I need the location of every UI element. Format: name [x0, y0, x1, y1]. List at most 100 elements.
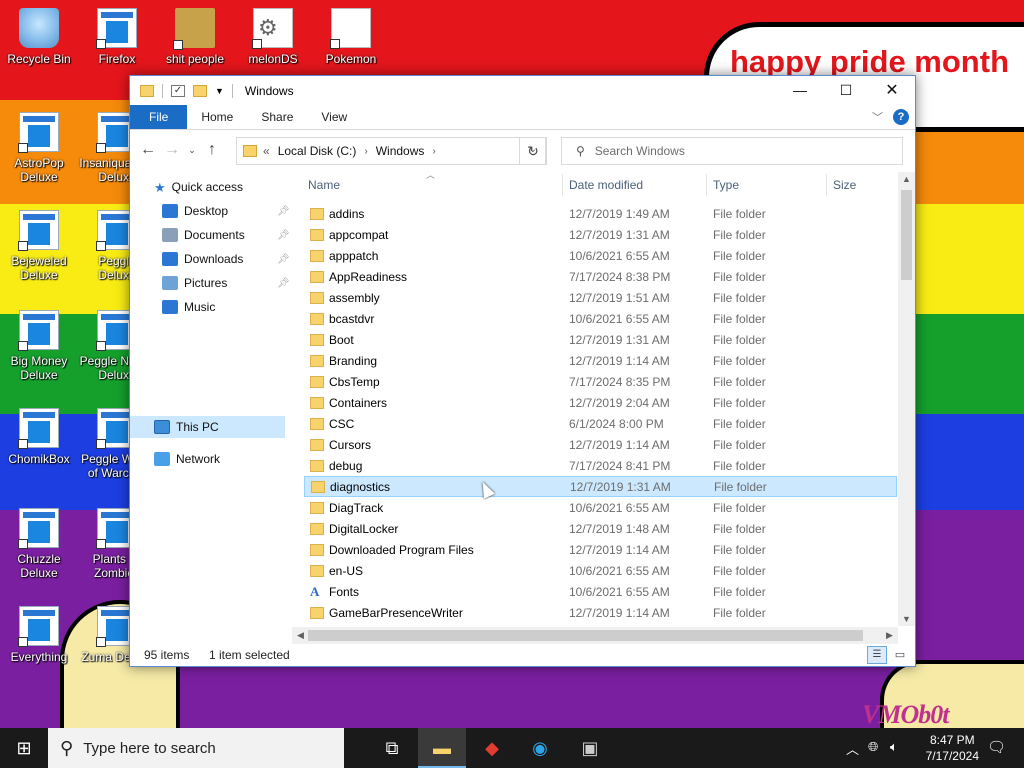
nav-this-pc[interactable]: This PC	[130, 416, 285, 438]
title-bar[interactable]: ✓ ▼ Windows — ☐ ✕	[130, 76, 915, 105]
clock[interactable]: 8:47 PM 7/17/2024	[926, 732, 979, 764]
file-row[interactable]: Boot 12/7/2019 1:31 AM File folder	[304, 329, 897, 350]
column-size[interactable]: Size	[833, 178, 856, 192]
desktop-icon-label: Firefox	[98, 52, 136, 66]
scroll-thumb[interactable]	[308, 630, 863, 641]
file-date: 10/6/2021 6:55 AM	[569, 584, 670, 599]
file-row[interactable]: DiagTrack 10/6/2021 6:55 AM File folder	[304, 497, 897, 518]
file-row[interactable]: en-US 10/6/2021 6:55 AM File folder	[304, 560, 897, 581]
chevron-right-icon[interactable]: ›	[364, 146, 367, 157]
tab-home[interactable]: Home	[187, 105, 247, 129]
desktop-icon[interactable]: Pokemon	[312, 8, 390, 66]
nav-item-music[interactable]: Music	[162, 296, 215, 318]
file-row[interactable]: Downloaded Program Files 12/7/2019 1:14 A…	[304, 539, 897, 560]
nav-item-desktop[interactable]: Desktop 📌︎	[162, 200, 290, 222]
scroll-right-icon[interactable]: ▶	[881, 630, 898, 641]
file-row[interactable]: diagnostics 12/7/2019 1:31 AM File folder	[304, 476, 897, 497]
nav-item-downloads[interactable]: Downloads 📌︎	[162, 248, 290, 270]
column-date-modified[interactable]: Date modified	[569, 178, 643, 192]
app-taskbar-icon[interactable]: ◆	[468, 728, 516, 768]
file-row[interactable]: apppatch 10/6/2021 6:55 AM File folder	[304, 245, 897, 266]
file-row[interactable]: debug 7/17/2024 8:41 PM File folder	[304, 455, 897, 476]
breadcrumb-local-disk[interactable]: Local Disk (C:)	[278, 144, 357, 158]
file-row[interactable]: Branding 12/7/2019 1:14 AM File folder	[304, 350, 897, 371]
edge-icon[interactable]: ◉	[516, 728, 564, 768]
nav-item-documents[interactable]: Documents 📌︎	[162, 224, 290, 246]
column-divider[interactable]	[826, 174, 827, 196]
file-row[interactable]: CbsTemp 7/17/2024 8:35 PM File folder	[304, 371, 897, 392]
network-globe-icon[interactable]: 🌐︎	[868, 739, 878, 755]
file-row[interactable]: bcastdvr 10/6/2021 6:55 AM File folder	[304, 308, 897, 329]
horizontal-scrollbar[interactable]: ◀ ▶	[292, 627, 898, 644]
breadcrumb-windows[interactable]: Windows	[376, 144, 425, 158]
nav-item-pictures[interactable]: Pictures 📌︎	[162, 272, 290, 294]
folder-icon	[310, 207, 324, 220]
file-row[interactable]: GameBarPresenceWriter 12/7/2019 1:14 AM Fi…	[304, 602, 897, 623]
nav-quick-access[interactable]: ★ Quick access	[154, 176, 243, 198]
desktop-icon[interactable]: Everything	[0, 606, 78, 664]
up-button[interactable]: ↑	[200, 141, 224, 159]
file-row[interactable]: CSC 6/1/2024 8:00 PM File folder	[304, 413, 897, 434]
chevron-up-icon[interactable]: ︿	[846, 739, 859, 758]
folder-icon	[310, 417, 324, 430]
maximize-button[interactable]: ☐	[823, 76, 869, 105]
minimize-button[interactable]: —	[777, 76, 823, 105]
file-row[interactable]: Cursors 12/7/2019 1:14 AM File folder	[304, 434, 897, 455]
customize-toolbar-icon[interactable]: ▼	[215, 86, 224, 96]
column-name[interactable]: Name	[308, 178, 340, 192]
file-row[interactable]: appcompat 12/7/2019 1:31 AM File folder	[304, 224, 897, 245]
desktop-icon[interactable]: Chuzzle Deluxe	[0, 508, 78, 580]
chevron-down-icon[interactable]: ﹀	[872, 109, 883, 125]
forward-button[interactable]: →	[160, 141, 184, 159]
file-row[interactable]: A Fonts 10/6/2021 6:55 AM File folder	[304, 581, 897, 602]
desktop-icon[interactable]: Big Money Deluxe	[0, 310, 78, 382]
column-divider[interactable]	[562, 174, 563, 196]
large-icons-view-icon[interactable]: ▭	[891, 646, 909, 664]
details-view-icon[interactable]: ☰	[867, 646, 887, 664]
task-view-icon[interactable]: ⧉	[368, 728, 416, 768]
tab-view[interactable]: View	[307, 105, 361, 129]
tab-share[interactable]: Share	[247, 105, 307, 129]
refresh-button[interactable]: ↻	[519, 137, 547, 165]
new-folder-icon[interactable]	[193, 84, 207, 97]
clock-time: 8:47 PM	[929, 733, 975, 747]
desktop-icon[interactable]: shit people	[156, 8, 234, 66]
scroll-down-icon[interactable]: ▼	[898, 614, 915, 624]
search-input[interactable]: ⚲ Search Windows	[561, 137, 903, 165]
breadcrumb-overflow[interactable]: «	[263, 144, 270, 158]
start-button[interactable]: ⊞	[0, 728, 48, 768]
vertical-scrollbar[interactable]: ▲ ▼	[898, 172, 915, 626]
desktop-icon[interactable]: Recycle Bin	[0, 8, 78, 66]
file-row[interactable]: assembly 12/7/2019 1:51 AM File folder	[304, 287, 897, 308]
column-divider[interactable]	[706, 174, 707, 196]
help-icon[interactable]: ?	[893, 109, 909, 125]
file-explorer-taskbar-icon[interactable]: ▬	[418, 728, 466, 768]
tab-file[interactable]: File	[130, 105, 188, 129]
volume-muted-icon[interactable]: 🔈︎	[890, 739, 898, 755]
desktop-icon[interactable]: Bejeweled Deluxe	[0, 210, 78, 282]
scroll-thumb[interactable]	[901, 190, 912, 280]
desktop-icon[interactable]: Firefox	[78, 8, 156, 66]
recent-locations-chevron-icon[interactable]: ⌄	[184, 145, 200, 156]
file-type: File folder	[713, 290, 766, 305]
divider	[231, 83, 233, 98]
file-row[interactable]: addins 12/7/2019 1:49 AM File folder	[304, 203, 897, 224]
back-button[interactable]: ←	[136, 141, 160, 159]
file-row[interactable]: AppReadiness 7/17/2024 8:38 PM File folder	[304, 266, 897, 287]
chevron-right-icon[interactable]: ›	[432, 146, 435, 157]
properties-check-icon[interactable]: ✓	[171, 84, 185, 97]
file-row[interactable]: Containers 12/7/2019 2:04 AM File folder	[304, 392, 897, 413]
app-taskbar-icon[interactable]: ▣	[566, 728, 614, 768]
close-button[interactable]: ✕	[869, 76, 915, 105]
taskbar-search-box[interactable]: ⚲ Type here to search	[48, 728, 344, 768]
scroll-left-icon[interactable]: ◀	[292, 630, 309, 641]
desktop-icon[interactable]: ChomikBox	[0, 408, 78, 466]
desktop-icon[interactable]: melonDS	[234, 8, 312, 66]
nav-network[interactable]: Network	[154, 448, 220, 470]
notification-icon[interactable]: 🗨︎	[987, 738, 1006, 756]
address-bar[interactable]: « Local Disk (C:) › Windows › ⌄	[236, 137, 546, 165]
desktop-icon[interactable]: AstroPop Deluxe	[0, 112, 78, 184]
column-type[interactable]: Type	[713, 178, 739, 192]
scroll-up-icon[interactable]: ▲	[898, 174, 915, 184]
file-row[interactable]: DigitalLocker 12/7/2019 1:48 AM File folde…	[304, 518, 897, 539]
